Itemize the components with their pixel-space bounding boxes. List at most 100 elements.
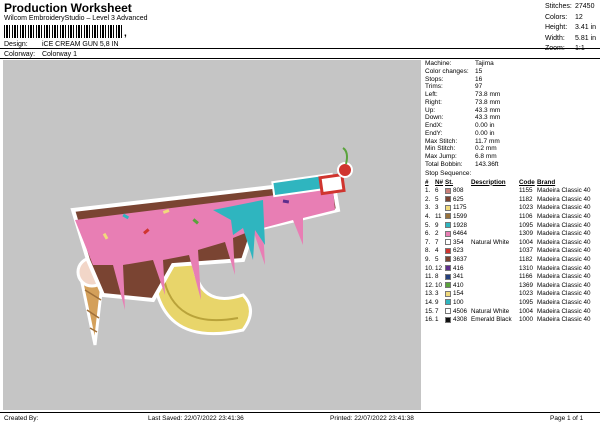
- row-stitches: 6464: [445, 229, 471, 238]
- info-max-stitch: Max Stitch: 11.7 mm: [425, 137, 500, 145]
- col-code: Code: [519, 178, 535, 186]
- color-swatch: [445, 239, 451, 246]
- row-stitches: 625: [445, 195, 471, 204]
- color-swatch: [445, 290, 451, 297]
- row-stitches: 3637: [445, 255, 471, 264]
- table-row: 4. 11 1599 1106 Madeira Classic 40: [425, 212, 597, 221]
- row-n: 5: [435, 195, 439, 203]
- table-row: 14. 9 100 1095 Madeira Classic 40: [425, 298, 597, 307]
- col-num: #: [425, 178, 429, 186]
- table-row: 7. 7 354 Natural White 1004 Madeira Classic 4…: [425, 238, 597, 247]
- footer: Created By: Last Saved: 22/07/2022 23:41…: [0, 412, 600, 424]
- info-max-jump: Max Jump: 6.8 mm: [425, 153, 497, 160]
- row-description: Natural White: [471, 307, 510, 315]
- row-code: 1095: [519, 299, 534, 307]
- col-description: Description: [471, 178, 506, 186]
- row-n: 7: [435, 307, 439, 315]
- row-code: 1182: [519, 256, 533, 264]
- row-code: 1106: [519, 213, 533, 221]
- color-swatch: [445, 307, 451, 314]
- divider: [0, 58, 600, 59]
- stat-width: Width: 5.81 in: [545, 34, 597, 42]
- row-stitches: 416: [445, 264, 471, 273]
- row-num: 4.: [425, 213, 431, 221]
- row-n: 4: [435, 247, 439, 255]
- row-num: 1.: [425, 187, 431, 195]
- row-description: [471, 204, 519, 213]
- row-code: 1166: [519, 273, 533, 281]
- row-brand: Madeira Classic 40: [537, 204, 591, 212]
- color-swatch: [445, 273, 451, 280]
- row-description: [471, 221, 519, 230]
- color-swatch: [445, 282, 451, 289]
- row-num: 12.: [425, 281, 434, 289]
- row-n: 6: [435, 187, 439, 195]
- row-brand: Madeira Classic 40: [537, 187, 591, 195]
- stat-height: Height: 3.41 in: [545, 24, 597, 31]
- footer-last-saved: Last Saved: 22/07/2022 23:41:36: [148, 415, 244, 422]
- table-row: 15. 7 4506 Natural White 1004 Madeira Classic…: [425, 307, 597, 316]
- row-description: [471, 298, 519, 307]
- colorway-row: Colorway: Colorway 1: [4, 51, 77, 58]
- color-swatch: [445, 196, 451, 203]
- row-n: 9: [435, 299, 439, 307]
- row-stitches: 4308: [445, 315, 471, 324]
- color-swatch: [445, 230, 451, 237]
- color-swatch: [445, 264, 451, 271]
- color-swatch: [445, 222, 451, 228]
- row-num: 14.: [425, 299, 434, 307]
- row-n: 12: [435, 264, 443, 272]
- table-header-row: # N# St. Description Code Brand: [425, 178, 597, 187]
- row-stitches: 154: [445, 290, 471, 299]
- row-brand: Madeira Classic 40: [537, 195, 591, 203]
- row-brand: Madeira Classic 40: [537, 264, 591, 272]
- info-machine: Machine: Tajima: [425, 60, 494, 67]
- row-description: [471, 255, 519, 264]
- row-description: Natural White: [471, 238, 510, 246]
- row-num: 10.: [425, 264, 434, 272]
- stop-sequence-title: Stop Sequence:: [425, 169, 472, 177]
- table-row: 8. 4 623 1037 Madeira Classic 40: [425, 247, 597, 256]
- info-endx: EndX: 0.00 in: [425, 122, 495, 129]
- table-row: 3. 3 1175 1023 Madeira Classic 40: [425, 204, 597, 213]
- color-swatch: [445, 213, 451, 220]
- row-stitches: 1599: [445, 212, 471, 221]
- row-n: 7: [435, 238, 439, 246]
- info-min-stitch: Min Stitch: 0.2 mm: [425, 145, 497, 153]
- row-num: 8.: [425, 247, 431, 255]
- barcode: [4, 25, 124, 38]
- table-row: 1. 6 808 1155 Madeira Classic 40: [425, 187, 597, 196]
- row-description: [471, 247, 519, 256]
- row-num: 7.: [425, 238, 431, 246]
- info-trims: Trims: 97: [425, 83, 483, 91]
- info-color-changes: Color changes: 15: [425, 67, 483, 75]
- info-left: Left: 73.8 mm: [425, 91, 501, 98]
- col-brand: Brand: [537, 178, 556, 186]
- row-description: [471, 229, 519, 238]
- row-num: 16.: [425, 316, 434, 324]
- row-code: 1004: [519, 307, 534, 315]
- row-code: 1309: [519, 230, 534, 238]
- row-code: 1182: [519, 195, 533, 203]
- row-code: 1000: [519, 316, 534, 324]
- row-num: 3.: [425, 204, 431, 212]
- page-title: Production Worksheet: [4, 1, 132, 15]
- row-code: 1023: [519, 290, 534, 298]
- row-brand: Madeira Classic 40: [537, 299, 591, 307]
- row-stitches: 410: [445, 281, 471, 290]
- row-code: 1095: [519, 221, 534, 229]
- stat-colors: Colors: 12: [545, 13, 583, 21]
- row-n: 8: [435, 273, 439, 281]
- row-n: 5: [435, 256, 439, 264]
- row-code: 1369: [519, 281, 534, 289]
- row-brand: Madeira Classic 40: [537, 221, 591, 229]
- row-description: [471, 272, 519, 281]
- row-description: [471, 281, 519, 290]
- stat-zoom: Zoom: 1:1: [545, 45, 585, 52]
- row-n: 9: [435, 221, 439, 229]
- barcode-mark: ,: [124, 28, 127, 39]
- row-code: 1310: [519, 264, 534, 272]
- row-n: 2: [435, 230, 439, 238]
- info-right: Right: 73.8 mm: [425, 98, 501, 106]
- footer-page: Page 1 of 1: [550, 415, 584, 422]
